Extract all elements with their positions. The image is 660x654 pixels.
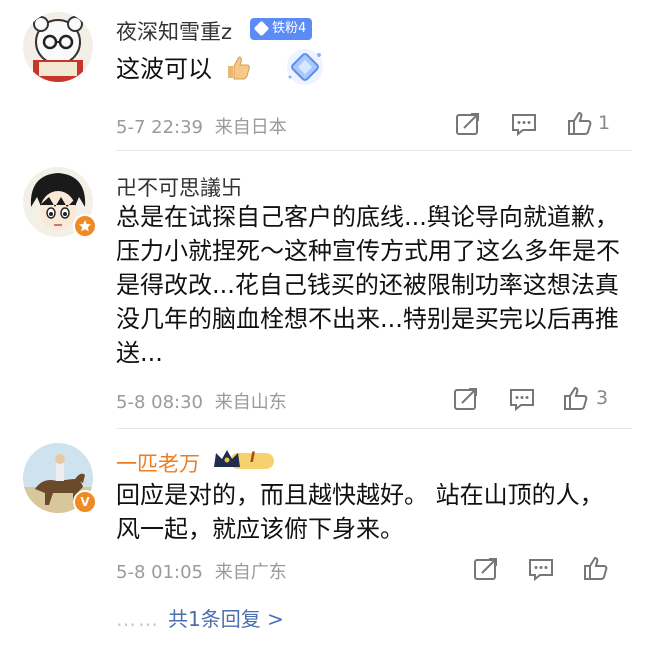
share-icon[interactable] (472, 556, 500, 582)
view-replies-link[interactable]: …… 共1条回复 > (116, 603, 284, 632)
comment-meta: 5-8 01:05 来自广东 (116, 558, 287, 584)
thumbs-up-icon (582, 556, 610, 585)
comment-text: 回应是对的，而且越快越好。 站在山顶的人，风一起，就应该俯下身来。 (116, 481, 604, 543)
vip-level: I (250, 450, 256, 466)
location: 来自广东 (214, 562, 287, 583)
reply-dots: …… (116, 607, 160, 631)
reply-summary: 共1条回复 > (168, 607, 284, 631)
like-button[interactable] (582, 555, 610, 581)
timestamp: 5-8 01:05 (116, 562, 203, 583)
username[interactable]: 一匹老万 (116, 448, 200, 478)
verified-v-icon: V (73, 490, 97, 514)
vip-crown-badge[interactable]: I (212, 447, 276, 473)
comment-icon[interactable] (527, 556, 555, 582)
comment-item: V 一匹老万 I 回应是对的，而且越快越好。 站在山顶的人，风一起，就应该俯下身… (0, 0, 660, 654)
